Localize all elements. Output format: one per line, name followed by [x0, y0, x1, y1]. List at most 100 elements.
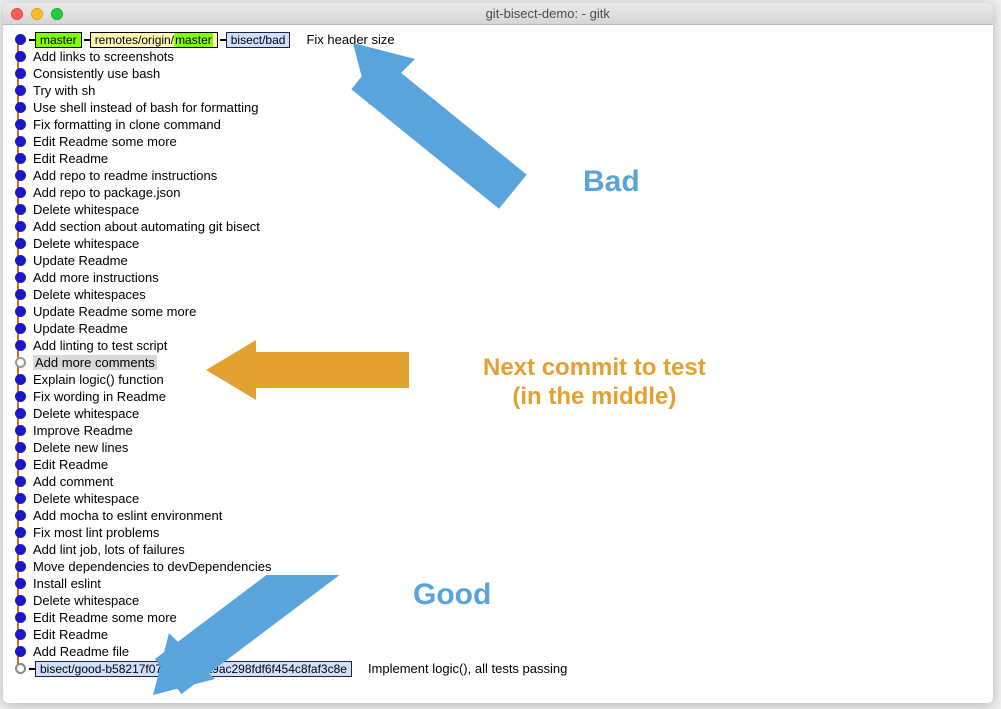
- graph-node-col: [11, 612, 29, 623]
- commit-message: Improve Readme: [33, 423, 133, 438]
- commit-row[interactable]: Update Readme: [11, 252, 985, 269]
- commit-row[interactable]: Add Readme file: [11, 643, 985, 660]
- commit-node-icon: [15, 323, 26, 334]
- commit-row[interactable]: Fix most lint problems: [11, 524, 985, 541]
- commit-row[interactable]: Try with sh: [11, 82, 985, 99]
- commit-row[interactable]: Update Readme some more: [11, 303, 985, 320]
- graph-node-col: [11, 119, 29, 130]
- commit-row[interactable]: Edit Readme: [11, 456, 985, 473]
- commit-message: Fix wording in Readme: [33, 389, 166, 404]
- commit-message: Delete whitespaces: [33, 287, 146, 302]
- commit-row[interactable]: Edit Readme: [11, 626, 985, 643]
- minimize-icon[interactable]: [31, 8, 43, 20]
- commit-row[interactable]: Delete whitespace: [11, 235, 985, 252]
- commit-row[interactable]: Update Readme: [11, 320, 985, 337]
- graph-node-col: [11, 187, 29, 198]
- gitk-content: master remotes/origin/master bisect/bad Fix…: [3, 25, 993, 703]
- commit-row[interactable]: Consistently use bash: [11, 65, 985, 82]
- commit-message: Fix header size: [306, 32, 394, 47]
- commit-message: Add repo to package.json: [33, 185, 180, 200]
- commit-message: Delete whitespace: [33, 406, 139, 421]
- graph-node-col: [11, 85, 29, 96]
- commit-row[interactable]: Explain logic() function: [11, 371, 985, 388]
- graph-node-col: [11, 544, 29, 555]
- graph-node-col: [11, 493, 29, 504]
- commit-node-icon: [15, 612, 26, 623]
- graph-node-col: [11, 204, 29, 215]
- zoom-icon[interactable]: [51, 8, 63, 20]
- graph-node-col: [11, 459, 29, 470]
- commit-row[interactable]: Use shell instead of bash for formatting: [11, 99, 985, 116]
- head-node-icon: [15, 357, 26, 368]
- commit-node-icon: [15, 68, 26, 79]
- commit-row[interactable]: Add linting to test script: [11, 337, 985, 354]
- commit-row[interactable]: Move dependencies to devDependencies: [11, 558, 985, 575]
- commit-node-icon: [15, 646, 26, 657]
- commit-row[interactable]: Add comment: [11, 473, 985, 490]
- remote-branch-tag[interactable]: remotes/origin/master: [90, 32, 218, 48]
- commit-node-icon: [15, 272, 26, 283]
- commit-row[interactable]: Add mocha to eslint environment: [11, 507, 985, 524]
- commit-message: Explain logic() function: [33, 372, 164, 387]
- graph-node-col: [11, 34, 29, 45]
- commit-row[interactable]: Delete whitespace: [11, 405, 985, 422]
- commit-row[interactable]: Delete whitespace: [11, 592, 985, 609]
- commit-node-icon: [15, 493, 26, 504]
- commit-row[interactable]: bisect/good-b58217f071509f8da9ac298fdf6f…: [11, 660, 985, 677]
- commit-row[interactable]: Edit Readme: [11, 150, 985, 167]
- commit-node-icon: [15, 34, 26, 45]
- commit-row[interactable]: Install eslint: [11, 575, 985, 592]
- commit-node-icon: [15, 255, 26, 266]
- commit-message: Add links to screenshots: [33, 49, 174, 64]
- commit-message: Move dependencies to devDependencies: [33, 559, 272, 574]
- commit-node-icon: [15, 527, 26, 538]
- commit-message: Add more comments: [33, 355, 157, 370]
- graph-node-col: [11, 374, 29, 385]
- close-icon[interactable]: [11, 8, 23, 20]
- bisect-good-tag[interactable]: bisect/good-b58217f071509f8da9ac298fdf6f…: [35, 661, 352, 677]
- commit-node-icon: [15, 578, 26, 589]
- commit-node-icon: [15, 595, 26, 606]
- commit-row[interactable]: Add more instructions: [11, 269, 985, 286]
- commit-message: Edit Readme: [33, 457, 108, 472]
- commit-row[interactable]: Add section about automating git bisect: [11, 218, 985, 235]
- commit-message: Edit Readme some more: [33, 134, 177, 149]
- commit-row[interactable]: master remotes/origin/master bisect/bad Fix…: [11, 31, 985, 48]
- window: git-bisect-demo: - gitk masterremotes/or…: [3, 3, 993, 703]
- commit-row[interactable]: Add repo to readme instructions: [11, 167, 985, 184]
- commit-row[interactable]: Delete whitespace: [11, 490, 985, 507]
- commit-message: Edit Readme: [33, 627, 108, 642]
- graph-node-col: [11, 442, 29, 453]
- commit-row[interactable]: Add more comments: [11, 354, 985, 371]
- commit-node-icon: [15, 204, 26, 215]
- graph-node-col: [11, 170, 29, 181]
- bisect-bad-tag[interactable]: bisect/bad: [226, 32, 291, 48]
- last-node-icon: [15, 663, 26, 674]
- commit-row[interactable]: Improve Readme: [11, 422, 985, 439]
- graph-node-col: [11, 629, 29, 640]
- graph-node-col: [11, 153, 29, 164]
- commit-row[interactable]: Delete whitespace: [11, 201, 985, 218]
- commit-row[interactable]: Delete new lines: [11, 439, 985, 456]
- commit-message: Add mocha to eslint environment: [33, 508, 222, 523]
- graph-node-col: [11, 136, 29, 147]
- graph-node-col: [11, 357, 29, 368]
- commit-row[interactable]: Add links to screenshots: [11, 48, 985, 65]
- commit-row[interactable]: Add repo to package.json: [11, 184, 985, 201]
- commit-message: Install eslint: [33, 576, 101, 591]
- graph-node-col: [11, 340, 29, 351]
- commit-message: Add Readme file: [33, 644, 129, 659]
- branch-tag-master[interactable]: master: [35, 32, 82, 48]
- commit-message: Update Readme: [33, 321, 128, 336]
- commit-row[interactable]: Edit Readme some more: [11, 133, 985, 150]
- commit-row[interactable]: Delete whitespaces: [11, 286, 985, 303]
- commit-node-icon: [15, 102, 26, 113]
- commit-node-icon: [15, 238, 26, 249]
- commit-message: Edit Readme: [33, 151, 108, 166]
- commit-row[interactable]: Fix formatting in clone command: [11, 116, 985, 133]
- commit-message: Add section about automating git bisect: [33, 219, 260, 234]
- commit-row[interactable]: Add lint job, lots of failures: [11, 541, 985, 558]
- commit-node-icon: [15, 476, 26, 487]
- commit-row[interactable]: Fix wording in Readme: [11, 388, 985, 405]
- commit-row[interactable]: Edit Readme some more: [11, 609, 985, 626]
